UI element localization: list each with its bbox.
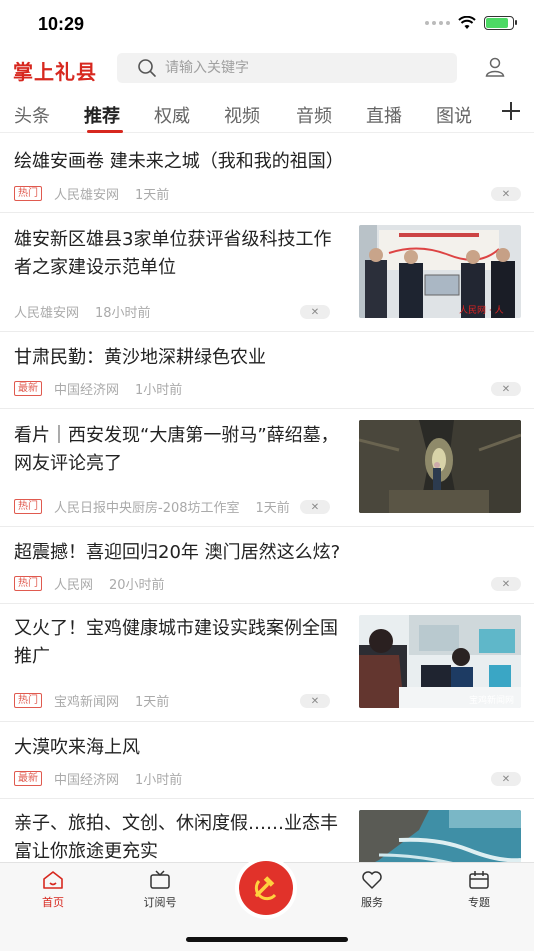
news-item[interactable]: 甘肃民勤：黄沙地深耕绿色农业 最新 中国经济网 1小时前 ✕ [0,331,534,409]
news-meta: 热门 人民网 20小时前 [14,574,165,593]
news-item[interactable]: 大漠吹来海上风 最新 中国经济网 1小时前 ✕ [0,721,534,799]
tv-icon [120,869,200,891]
news-meta: 最新 中国经济网 1小时前 [14,379,182,398]
news-title[interactable]: 雄安新区雄县3家单位获评省级科技工作者之家建设示范单位 [14,226,349,282]
news-item[interactable]: 又火了！宝鸡健康城市建设实践案例全国推广 热门 宝鸡新闻网 1天前 ✕ 宝鸡新闻 [0,603,534,722]
signal-dots-icon [425,21,450,25]
news-meta: 热门 宝鸡新闻网 1天前 [14,691,169,710]
nav-services-label: 服务 [361,896,383,909]
news-source: 中国经济网 [54,773,120,788]
news-thumbnail-health-service[interactable]: 宝鸡新闻网 [359,615,521,708]
news-title[interactable]: 亲子、旅拍、文创、休闲度假……业态丰富让你旅途更充实 [14,810,349,862]
news-source: 人民雄安网 [14,306,80,321]
app-header: 掌上礼县 [0,50,534,90]
news-meta: 热门 人民雄安网 1天前 [14,184,169,203]
news-item[interactable]: 亲子、旅拍、文创、休闲度假……业态丰富让你旅途更充实 [0,798,534,862]
news-time: 1天前 [135,695,170,710]
search-bar[interactable] [117,53,457,83]
news-item[interactable]: 绘雄安画卷 建未来之城（我和我的祖国） 热门 人民雄安网 1天前 ✕ [0,132,534,213]
news-title[interactable]: 甘肃民勤：黄沙地深耕绿色农业 [14,344,266,372]
nav-subscriptions-label: 订阅号 [143,896,177,909]
news-title[interactable]: 超震撼！喜迎回归20年 澳门居然这么炫? [14,539,340,567]
battery-icon [484,16,517,30]
dismiss-button[interactable]: ✕ [491,772,521,786]
news-source: 宝鸡新闻网 [54,695,120,710]
user-profile-icon[interactable] [484,56,506,82]
news-meta: 热门 人民日报中央厨房-208坊工作室 1天前 [14,497,314,516]
calendar-icon [439,869,519,891]
nav-services[interactable]: 服务 [332,869,412,910]
wifi-icon [458,16,476,29]
news-time: 1天前 [255,501,290,516]
news-source: 中国经济网 [54,383,120,398]
dismiss-button[interactable]: ✕ [300,694,330,708]
news-source: 人民雄安网 [54,188,120,203]
tab-live[interactable]: 直播 [366,102,402,128]
news-title[interactable]: 看片｜西安发现“大唐第一驸马”薛绍墓， 网友评论亮了 [14,422,349,478]
search-input[interactable] [163,59,427,77]
status-time: 10:29 [38,14,85,34]
dismiss-button[interactable]: ✕ [300,305,330,319]
home-icon [13,869,93,891]
app-title: 掌上礼县 [13,60,97,84]
add-channel-icon[interactable] [500,100,522,126]
search-icon [138,59,156,77]
tab-authority[interactable]: 权威 [154,102,190,128]
news-title[interactable]: 绘雄安画卷 建未来之城（我和我的祖国） [14,148,344,176]
home-indicator[interactable] [186,937,348,942]
hot-badge: 热门 [14,499,42,514]
news-source: 人民日报中央厨房-208坊工作室 [54,501,240,516]
news-title[interactable]: 又火了！宝鸡健康城市建设实践案例全国推广 [14,615,349,671]
hot-badge: 热门 [14,576,42,591]
channel-tabs: 头条 推荐 权威 视频 音频 直播 图说 [0,90,534,133]
dismiss-button[interactable]: ✕ [300,500,330,514]
news-time: 18小时前 [95,306,151,321]
party-center-button[interactable] [239,861,293,915]
nav-topics[interactable]: 专题 [439,869,519,910]
tab-headlines[interactable]: 头条 [14,102,50,128]
dismiss-button[interactable]: ✕ [491,382,521,396]
news-time: 1天前 [135,188,170,203]
news-meta: 最新 中国经济网 1小时前 [14,769,182,788]
thumbnail-watermark: 人民网 · 人 [459,305,504,316]
nav-home-label: 首页 [42,896,64,909]
nav-home[interactable]: 首页 [13,869,93,910]
dismiss-button[interactable]: ✕ [491,187,521,201]
hot-badge: 热门 [14,186,42,201]
news-item[interactable]: 超震撼！喜迎回归20年 澳门居然这么炫? 热门 人民网 20小时前 ✕ [0,526,534,604]
new-badge: 最新 [14,381,42,396]
new-badge: 最新 [14,771,42,786]
nav-topics-label: 专题 [468,896,490,909]
hammer-sickle-icon [254,876,277,901]
news-time: 1小时前 [135,773,183,788]
dismiss-button[interactable]: ✕ [491,577,521,591]
tab-video[interactable]: 视频 [224,102,260,128]
tab-pictures[interactable]: 图说 [436,102,472,128]
heart-icon [332,869,412,891]
tab-audio[interactable]: 音频 [296,102,332,128]
nav-subscriptions[interactable]: 订阅号 [120,869,200,910]
news-thumbnail-tomb-tunnel[interactable] [359,420,521,513]
status-icons [425,16,517,30]
thumbnail-watermark: 宝鸡新闻网 [469,694,514,706]
news-feed[interactable]: 绘雄安画卷 建未来之城（我和我的祖国） 热门 人民雄安网 1天前 ✕ 雄安新区雄… [0,132,534,862]
news-title[interactable]: 大漠吹来海上风 [14,734,140,762]
news-time: 20小时前 [109,578,165,593]
news-meta: 人民雄安网 18小时前 [14,302,151,321]
news-thumbnail-award-ceremony[interactable]: 人民网 · 人 [359,225,521,318]
tab-recommended[interactable]: 推荐 [84,102,120,128]
news-time: 1小时前 [135,383,183,398]
news-thumbnail-coastline[interactable] [359,810,521,862]
bottom-navigation: 首页 订阅号 服务 专题 [0,861,534,951]
hot-badge: 热门 [14,693,42,708]
news-item[interactable]: 雄安新区雄县3家单位获评省级科技工作者之家建设示范单位 人民雄安网 18小时前 … [0,212,534,332]
news-source: 人民网 [54,578,94,593]
news-item[interactable]: 看片｜西安发现“大唐第一驸马”薛绍墓， 网友评论亮了 热门 人民日报中央厨房-2… [0,408,534,527]
status-bar: 10:29 [0,0,534,50]
